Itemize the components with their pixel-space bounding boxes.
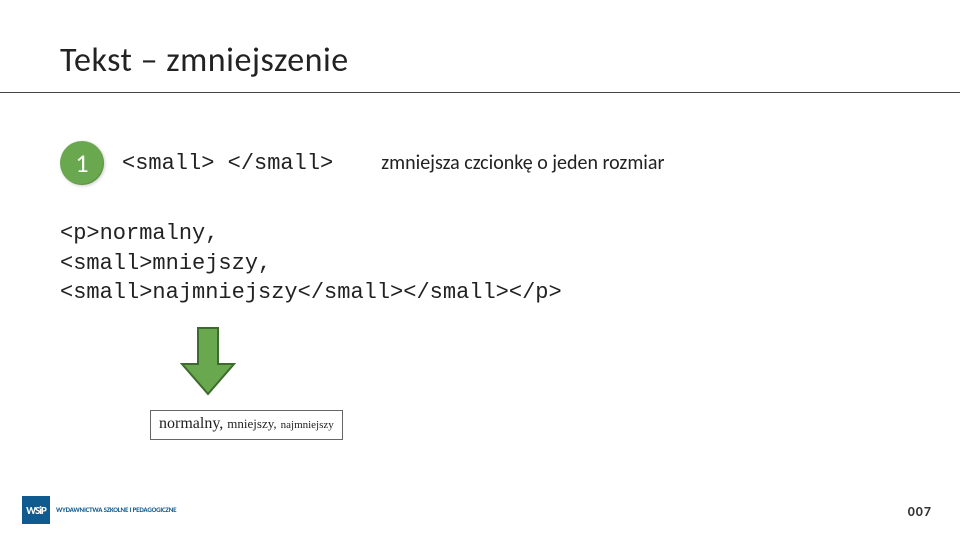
tag-row: 1 <small> </small> zmniejsza czcionkę o … — [60, 141, 900, 185]
logo-mark: WSiP — [22, 496, 50, 524]
publisher-logo: WSiP WYDAWNICTWA SZKOLNE I PEDAGOGICZNE — [22, 496, 176, 524]
tag-code: <small> </small> — [122, 151, 333, 176]
arrow-down-icon — [180, 326, 900, 396]
code-example: <p>normalny, <small>mniejszy, <small>naj… — [60, 219, 900, 308]
output-smallest: najmniejszy — [281, 419, 334, 431]
slide: Tekst – zmniejszenie 1 <small> </small> … — [0, 0, 960, 540]
output-smaller: mniejszy, — [227, 416, 276, 431]
rendered-output-box: normalny, mniejszy, najmniejszy — [150, 410, 343, 440]
footer: WSiP WYDAWNICTWA SZKOLNE I PEDAGOGICZNE … — [0, 494, 960, 530]
step-badge: 1 — [60, 141, 104, 185]
slide-title: Tekst – zmniejszenie — [60, 40, 900, 81]
output-normal: normalny, — [159, 415, 223, 432]
title-underline — [0, 92, 960, 93]
tag-description: zmniejsza czcionkę o jeden rozmiar — [381, 151, 664, 175]
logo-text: WYDAWNICTWA SZKOLNE I PEDAGOGICZNE — [56, 506, 176, 513]
page-number: 007 — [908, 503, 932, 520]
